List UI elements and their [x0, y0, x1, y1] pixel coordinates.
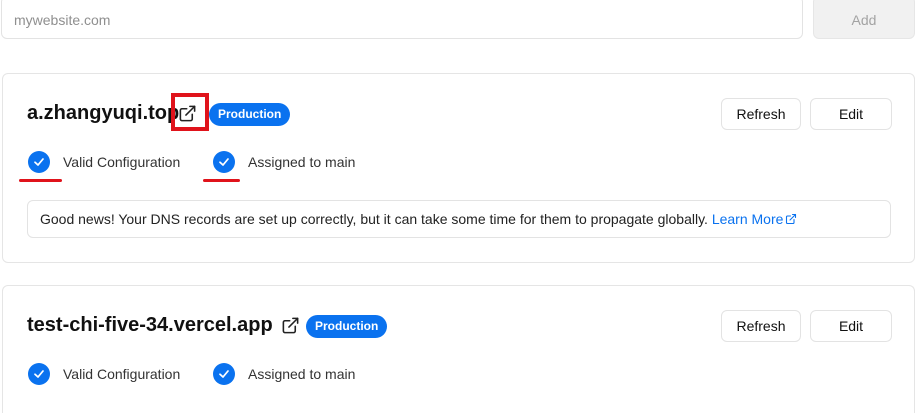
- valid-configuration-status: Valid Configuration: [28, 150, 180, 174]
- notice-text: Good news! Your DNS records are set up c…: [40, 211, 708, 227]
- status-label: Valid Configuration: [63, 366, 181, 382]
- edit-button[interactable]: Edit: [810, 310, 892, 342]
- annotation-underline: [19, 179, 62, 182]
- dns-notice: Good news! Your DNS records are set up c…: [27, 200, 891, 238]
- production-badge: Production: [306, 315, 388, 338]
- assigned-status: Assigned to main: [213, 150, 355, 174]
- external-link-icon[interactable]: [176, 102, 198, 124]
- refresh-button[interactable]: Refresh: [721, 310, 801, 342]
- annotation-underline: [203, 179, 240, 182]
- check-circle-icon: [28, 363, 50, 385]
- domain-name: a.zhangyuqi.top: [27, 102, 180, 124]
- domain-input[interactable]: [1, 0, 803, 39]
- edit-button[interactable]: Edit: [810, 98, 892, 130]
- domain-card: a.zhangyuqi.top Production Refresh Edit …: [2, 73, 915, 263]
- add-domain-row: Add: [0, 0, 922, 40]
- status-label: Assigned to main: [248, 366, 356, 382]
- learn-more-link[interactable]: Learn More: [712, 211, 798, 227]
- check-circle-icon: [213, 151, 235, 173]
- check-circle-icon: [28, 151, 50, 173]
- valid-configuration-status: Valid Configuration: [28, 362, 180, 386]
- status-label: Valid Configuration: [63, 154, 181, 170]
- add-button[interactable]: Add: [813, 0, 915, 39]
- domain-name: test-chi-five-34.vercel.app: [27, 314, 273, 336]
- domain-card: test-chi-five-34.vercel.app Production R…: [2, 285, 915, 413]
- external-link-icon: [785, 202, 797, 238]
- status-label: Assigned to main: [248, 154, 356, 170]
- external-link-icon[interactable]: [279, 314, 301, 336]
- check-circle-icon: [213, 363, 235, 385]
- production-badge: Production: [209, 103, 291, 126]
- assigned-status: Assigned to main: [213, 362, 355, 386]
- refresh-button[interactable]: Refresh: [721, 98, 801, 130]
